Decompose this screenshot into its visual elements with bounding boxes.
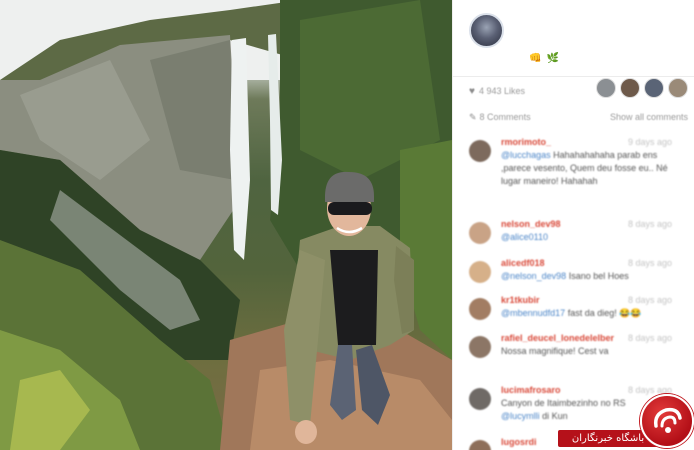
comment-body: Canyon de Itaimbezinho no RS [501, 398, 626, 408]
liker-avatar[interactable] [596, 78, 616, 98]
comment-mention[interactable]: @lucchagas [501, 150, 551, 160]
comment-username[interactable]: kr1tkubir [501, 294, 540, 307]
comment-username[interactable]: rmorimoto_ [501, 136, 551, 149]
heart-icon: ♥ [469, 85, 475, 97]
news-agency-logo-icon [653, 407, 682, 433]
comment-username[interactable]: nelson_dev98 [501, 218, 561, 231]
likes-count: 4 943 Likes [478, 86, 525, 96]
comment-text: @mbennudfd17 fast da dieg! 😂😂 [501, 307, 679, 320]
waterfall-selfie-image [0, 0, 452, 450]
liker-avatars [596, 78, 688, 98]
post-sidebar: 👊 🌿 ♥ 4 943 Likes ✎ 8 Comments Show all c… [452, 0, 694, 450]
commenter-avatar[interactable] [469, 261, 491, 283]
commenter-avatar[interactable] [469, 140, 491, 162]
fist-emoji: 👊 [529, 53, 543, 64]
comments-count-wrap: ✎ 8 Comments [469, 112, 531, 124]
comment-body: fast da dieg! 😂😂 [565, 308, 642, 318]
comment-time: 8 days ago [627, 333, 672, 343]
commenter-avatar[interactable] [469, 298, 491, 320]
comment-username[interactable]: alicedf018 [501, 257, 545, 270]
post-photo [0, 0, 452, 450]
comment-body: Isano bel Hoes [566, 271, 629, 281]
author-avatar[interactable] [469, 13, 504, 48]
comments-row: ✎ 8 Comments Show all comments [469, 112, 688, 124]
comment-time: 8 days ago [627, 295, 672, 305]
comment-text: Nossa magnifique! Cest va [501, 345, 679, 358]
show-all-comments-link[interactable]: Show all comments [610, 112, 688, 124]
comment-username[interactable]: lucimafrosaro [501, 384, 561, 397]
commenter-avatar[interactable] [469, 440, 491, 450]
comment-text: @alice0110 [501, 231, 679, 244]
comments-count: 8 Comments [479, 112, 531, 122]
comment-username[interactable]: rafiel_deucel_lonedelelber [501, 332, 614, 345]
watermark-logo [640, 394, 694, 448]
likes-row[interactable]: ♥ 4 943 Likes [469, 84, 525, 98]
post-caption-emojis: 👊 🌿 [529, 53, 560, 64]
liker-avatar[interactable] [620, 78, 640, 98]
commenter-avatar[interactable] [469, 336, 491, 358]
herb-emoji: 🌿 [546, 53, 561, 64]
comment-mention[interactable]: @alice0110 [501, 232, 548, 242]
comment-mention[interactable]: @lucymlli [501, 411, 540, 421]
comment-text: @lucchagas Hahahahahaha parab ens ,parec… [501, 149, 679, 188]
commenter-avatar[interactable] [469, 388, 491, 410]
comment-time: 8 days ago [627, 258, 672, 268]
comment-username[interactable]: lugosrdi [501, 436, 537, 449]
comment-time: 9 days ago [627, 137, 672, 147]
liker-avatar[interactable] [644, 78, 664, 98]
comment-time: 8 days ago [627, 219, 672, 229]
liker-avatar[interactable] [668, 78, 688, 98]
comment-body-2: di Kun [539, 411, 568, 421]
commenter-avatar[interactable] [469, 222, 491, 244]
comment-text: @nelson_dev98 Isano bel Hoes [501, 270, 679, 283]
comment-mention[interactable]: @nelson_dev98 [501, 271, 566, 281]
comment-icon: ✎ [469, 112, 477, 122]
comment-body: Nossa magnifique! Cest va [501, 346, 609, 356]
comment-mention[interactable]: @mbennudfd17 [501, 308, 565, 318]
divider [453, 76, 694, 77]
